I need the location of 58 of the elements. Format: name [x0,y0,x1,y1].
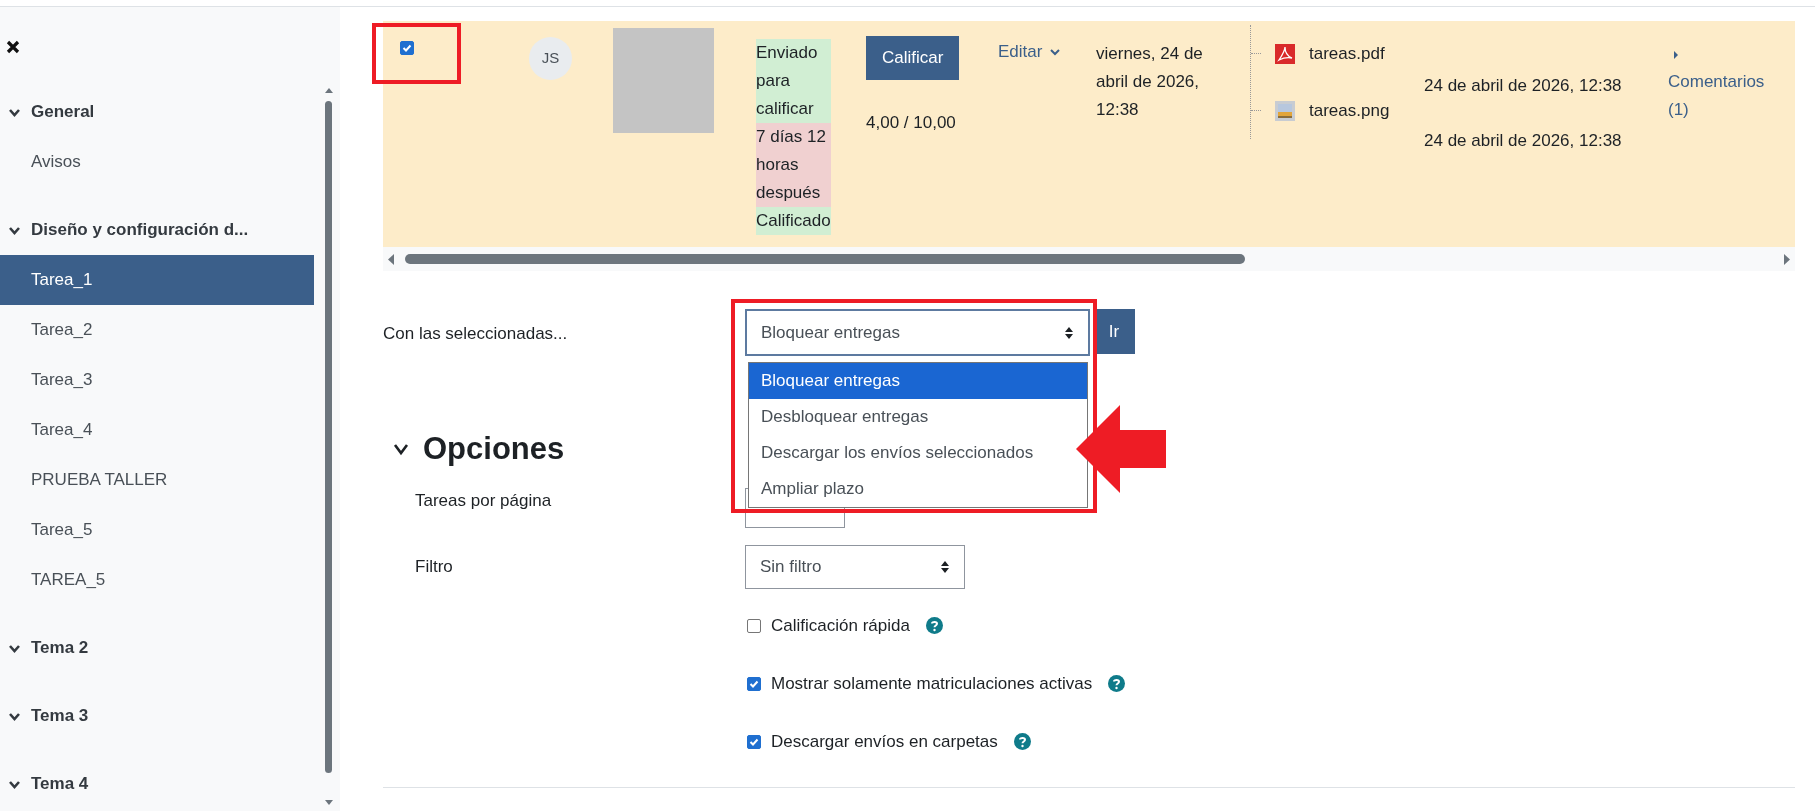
checkbox[interactable] [747,734,761,749]
help-icon[interactable] [1108,675,1126,692]
scrollbar-thumb[interactable] [325,101,332,773]
scroll-left-icon[interactable] [387,253,395,265]
field-label: Tareas por página [415,489,553,512]
status-text: Enviado para calificar [756,39,831,123]
sidebar-item[interactable]: TAREA_5 [0,555,314,605]
sidebar-item[interactable]: Tarea_3 [0,355,314,405]
timestamp: 24 de abril de 2026, 12:38 [1424,129,1623,152]
caret-icon [1050,47,1061,56]
status-text: 7 días 12 horas después [756,123,831,207]
dropdown-option[interactable]: Descargar los envíos seleccionados [749,435,1087,471]
action-select[interactable]: Bloquear entregas [745,309,1090,356]
sidebar-item[interactable]: PRUEBA TALLER [0,455,314,505]
close-icon[interactable] [6,40,20,54]
section-heading: Opciones [423,430,565,468]
edit-menu[interactable]: Editar [998,39,1096,65]
dropdown-option[interactable]: Ampliar plazo [749,471,1087,507]
scrollbar-thumb[interactable] [405,254,1245,264]
checkbox-label: Descargar envíos en carpetas [771,730,998,753]
file-link[interactable]: tareas.png [1309,97,1390,124]
checkbox[interactable] [747,618,761,633]
checkbox[interactable] [747,676,761,691]
section-title[interactable]: General [31,99,95,125]
field-label: Con las seleccionadas... [383,323,569,345]
dropdown-option[interactable]: Desbloquear entregas [749,399,1087,435]
scroll-right-icon[interactable] [1783,253,1791,265]
scroll-up-icon[interactable] [324,87,334,94]
grade-button[interactable]: Calificar [866,36,960,80]
filter-select[interactable]: Sin filtro [745,544,965,589]
dropdown-option[interactable]: Bloquear entregas [749,363,1087,399]
sidebar-item[interactable]: Avisos [0,137,314,187]
section-title[interactable]: Tema 2 [31,635,89,661]
row-checkbox[interactable] [400,41,414,55]
section-title[interactable]: Tema 4 [31,771,89,797]
sidebar-item[interactable]: Tarea_4 [0,405,314,455]
sort-caret-icon [1064,325,1074,340]
status-text: Calificado [756,207,831,235]
sort-caret-icon [940,559,950,574]
section-title[interactable]: Diseño y configuración d... [31,217,249,243]
pdf-file-icon [1275,43,1295,64]
comments-link[interactable]: Comentarios (1) [1668,68,1778,124]
checkbox-label: Calificación rápida [771,614,910,637]
sidebar-item[interactable]: Tarea_5 [0,505,314,555]
sidebar-item[interactable]: Tarea_1 [0,255,314,305]
help-icon[interactable] [1013,733,1031,750]
avatar: JS [529,37,572,80]
grade-text: 4,00 / 10,00 [866,111,957,134]
file-link[interactable]: tareas.pdf [1309,40,1385,67]
section-title[interactable]: Tema 3 [31,703,89,729]
checkbox-label: Mostrar solamente matriculaciones activas [771,672,1093,695]
scroll-down-icon[interactable] [324,799,334,806]
image-file-icon [1275,100,1295,121]
date-text: viernes, 24 de abril de 2026, 12:38 [1096,43,1204,121]
timestamp: 24 de abril de 2026, 12:38 [1424,75,1623,97]
field-label: Filtro [415,555,454,578]
sidebar-item[interactable]: Tarea_2 [0,305,314,355]
help-icon[interactable] [925,617,943,634]
